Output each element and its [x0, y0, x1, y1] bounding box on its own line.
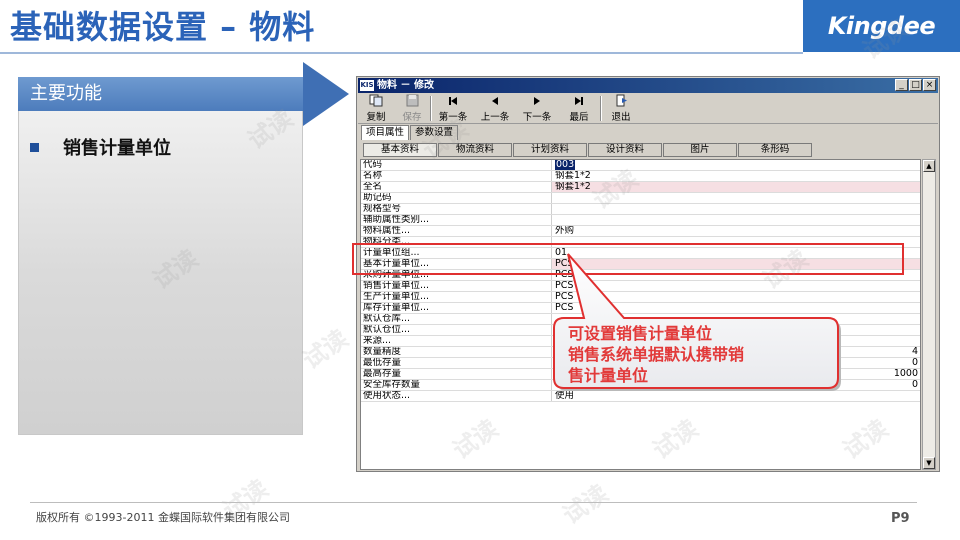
- field-value[interactable]: 钢套1*2: [552, 182, 920, 192]
- field-label: 最高存量: [361, 369, 552, 379]
- grid-row[interactable]: 全名 钢套1*2: [361, 182, 920, 193]
- watermark: 试读: [297, 324, 354, 375]
- scroll-up-icon[interactable]: ▲: [923, 160, 935, 172]
- vertical-scrollbar[interactable]: ▲ ▼: [922, 159, 936, 470]
- field-label: 全名: [361, 182, 552, 192]
- exit-icon: [615, 94, 628, 107]
- tab-item-properties[interactable]: 项目属性: [361, 125, 410, 140]
- next-record-button[interactable]: 下一条: [516, 93, 558, 124]
- logo-text: Kingdee: [827, 12, 936, 40]
- field-label: 最低存量: [361, 358, 552, 368]
- feature-panel: [18, 77, 303, 435]
- field-value[interactable]: 使用: [552, 391, 920, 401]
- maximize-button[interactable]: □: [909, 79, 922, 91]
- field-label: 规格型号: [361, 204, 552, 214]
- field-label: 销售计量单位...: [361, 281, 552, 291]
- callout-line: 可设置销售计量单位: [568, 324, 713, 343]
- field-label: 库存计量单位...: [361, 303, 552, 313]
- exit-label: 退出: [611, 112, 631, 123]
- panel-arrow-icon: [303, 62, 349, 126]
- callout-line: 售计量单位: [568, 366, 649, 385]
- panel-heading: 主要功能: [18, 77, 308, 111]
- app-icon: KIS: [360, 80, 374, 91]
- last-record-button[interactable]: 最后: [558, 93, 600, 124]
- exit-button[interactable]: 退出: [602, 93, 640, 124]
- tab-logistics-info[interactable]: 物流资料: [438, 143, 512, 157]
- grid-row[interactable]: 使用状态... 使用: [361, 391, 920, 402]
- save-button[interactable]: 保存: [394, 93, 430, 124]
- close-button[interactable]: ×: [923, 79, 936, 91]
- last-record-icon: [574, 94, 584, 107]
- copy-label: 复制: [366, 112, 386, 123]
- field-label: 默认仓位...: [361, 325, 552, 335]
- header-rule: [0, 52, 803, 54]
- callout-bubble: 可设置销售计量单位 销售系统单据默认携带销 售计量单位: [546, 252, 842, 392]
- field-value[interactable]: [552, 204, 920, 214]
- next-record-label: 下一条: [522, 112, 552, 123]
- slide-title: 基础数据设置 – 物料: [10, 8, 316, 46]
- field-label: 生产计量单位...: [361, 292, 552, 302]
- window-titlebar[interactable]: KIS 物料 － 修改 _ □ ×: [358, 78, 938, 93]
- field-label: 数量精度: [361, 347, 552, 357]
- save-icon: [406, 94, 419, 107]
- copy-button[interactable]: 复制: [358, 93, 394, 124]
- field-value[interactable]: [552, 215, 920, 225]
- tab-basic-info[interactable]: 基本资料: [363, 143, 437, 157]
- inner-tab-strip: 基本资料 物流资料 计划资料 设计资料 图片 条形码: [363, 143, 813, 157]
- copyright-text: 版权所有 ©1993-2011 金蝶国际软件集团有限公司: [36, 511, 290, 524]
- grid-row[interactable]: 物料属性... 外购: [361, 226, 920, 237]
- code-value[interactable]: 003: [555, 160, 576, 170]
- bullet-square-icon: [30, 142, 39, 152]
- field-label: 安全库存数量: [361, 380, 552, 390]
- first-record-button[interactable]: 第一条: [432, 93, 474, 124]
- bullet-item: 销售计量单位: [30, 134, 171, 160]
- outer-tab-strip: 项目属性 参数设置: [361, 125, 459, 140]
- field-value[interactable]: [552, 193, 920, 203]
- previous-record-label: 上一条: [480, 112, 510, 123]
- kingdee-logo: Kingdee: [803, 0, 960, 52]
- page-number: P9: [891, 511, 910, 526]
- first-record-icon: [448, 94, 458, 107]
- tab-picture[interactable]: 图片: [663, 143, 737, 157]
- field-label: 物料属性...: [361, 226, 552, 236]
- first-record-label: 第一条: [438, 112, 468, 123]
- field-value[interactable]: 外购: [552, 226, 920, 236]
- field-label: 代码: [361, 160, 552, 170]
- callout-text: 可设置销售计量单位 销售系统单据默认携带销 售计量单位: [568, 323, 832, 386]
- minimize-button[interactable]: _: [895, 79, 908, 91]
- grid-row[interactable]: 代码 003: [361, 160, 920, 171]
- field-label: 默认仓库...: [361, 314, 552, 324]
- field-value[interactable]: 003: [552, 160, 920, 170]
- tab-parameter-settings[interactable]: 参数设置: [410, 125, 459, 140]
- bullet-text: 销售计量单位: [63, 138, 171, 159]
- previous-record-icon: [490, 94, 500, 107]
- tab-barcode[interactable]: 条形码: [738, 143, 812, 157]
- copy-icon: [369, 94, 383, 107]
- save-label: 保存: [402, 112, 422, 123]
- previous-record-button[interactable]: 上一条: [474, 93, 516, 124]
- grid-row[interactable]: 助记码: [361, 193, 920, 204]
- last-record-label: 最后: [569, 112, 589, 123]
- field-label: 来源...: [361, 336, 552, 346]
- footer-rule: [30, 502, 917, 503]
- tab-design-info[interactable]: 设计资料: [588, 143, 662, 157]
- toolbar: 复制 保存 第一条 上一条 下一条 最后 退出: [358, 93, 938, 124]
- scroll-down-icon[interactable]: ▼: [923, 457, 935, 469]
- grid-row[interactable]: 名称 钢套1*2: [361, 171, 920, 182]
- field-label: 助记码: [361, 193, 552, 203]
- field-label: 辅助属性类别...: [361, 215, 552, 225]
- field-label: 名称: [361, 171, 552, 181]
- next-record-icon: [532, 94, 542, 107]
- field-value[interactable]: 钢套1*2: [552, 171, 920, 181]
- window-title: 物料 － 修改: [377, 80, 434, 91]
- grid-row[interactable]: 辅助属性类别...: [361, 215, 920, 226]
- grid-row[interactable]: 规格型号: [361, 204, 920, 215]
- field-label: 使用状态...: [361, 391, 552, 401]
- tab-planning-info[interactable]: 计划资料: [513, 143, 587, 157]
- callout-line: 销售系统单据默认携带销: [568, 345, 745, 364]
